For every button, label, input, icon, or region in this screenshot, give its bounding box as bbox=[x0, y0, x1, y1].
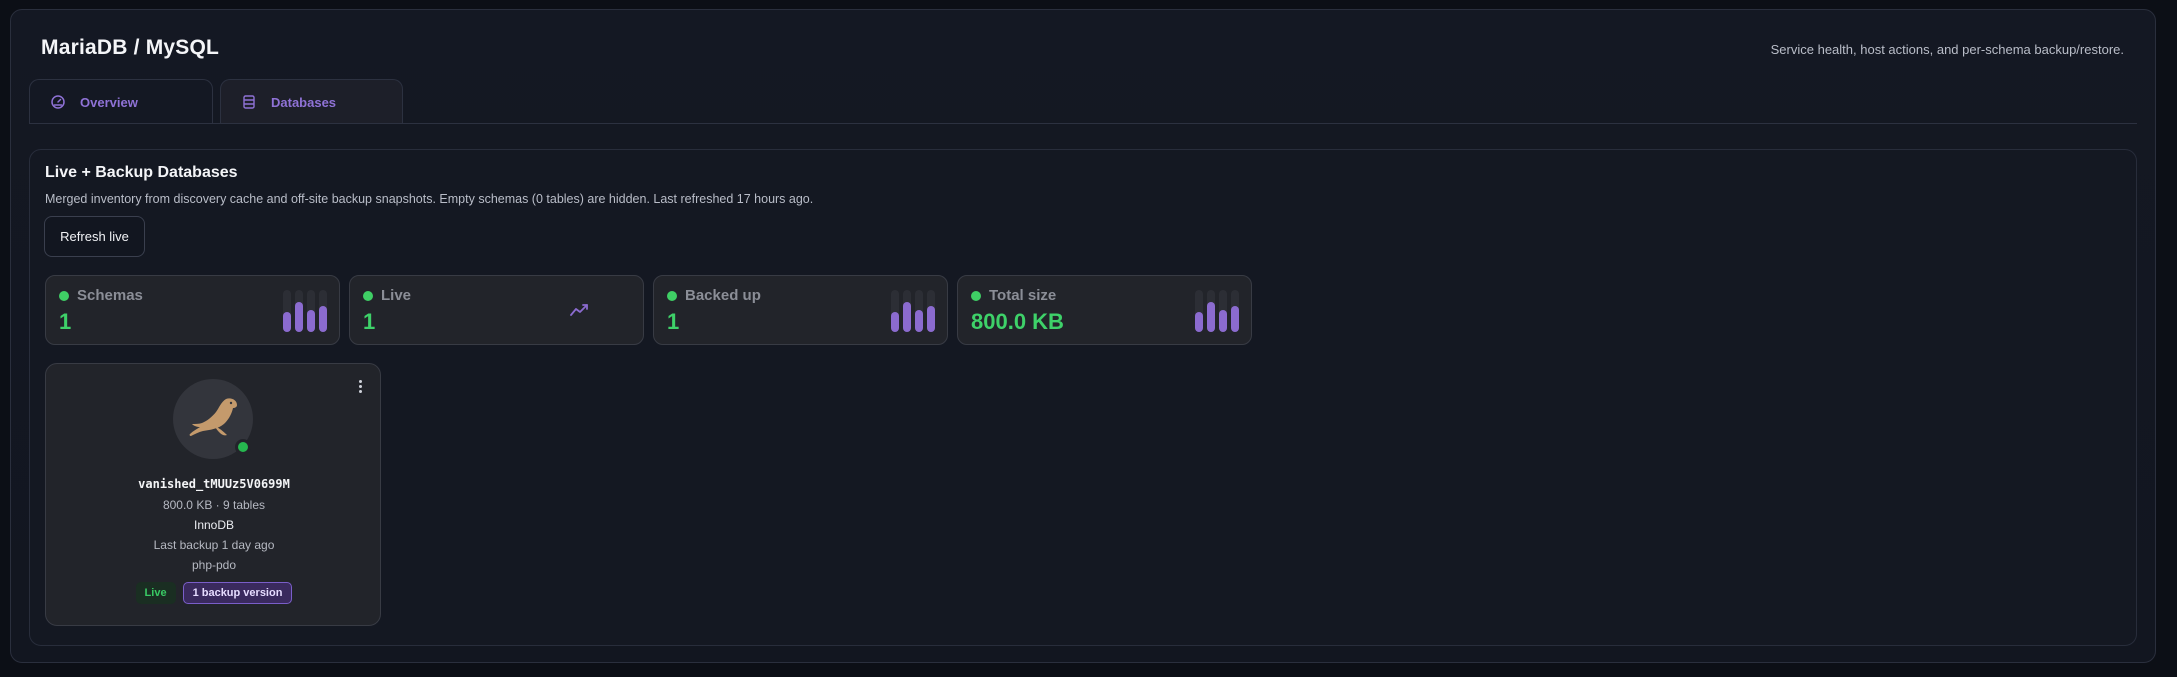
page-subtitle: Service health, host actions, and per-sc… bbox=[1770, 42, 2124, 57]
tab-databases-label: Databases bbox=[271, 94, 337, 110]
mini-bars-icon bbox=[283, 290, 327, 332]
online-status-indicator bbox=[235, 439, 251, 455]
database-card[interactable]: vanished_tMUUz5V0699M 800.0 KB · 9 table… bbox=[45, 363, 381, 626]
tab-overview-label: Overview bbox=[80, 94, 138, 110]
status-dot bbox=[667, 291, 677, 301]
live-badge: Live bbox=[135, 582, 176, 604]
databases-section: Live + Backup Databases Merged inventory… bbox=[29, 149, 2137, 646]
mariadb-seal-icon bbox=[189, 398, 237, 436]
section-description: Merged inventory from discovery cache an… bbox=[45, 192, 814, 206]
page-title: MariaDB / MySQL bbox=[41, 36, 220, 59]
status-dot bbox=[59, 291, 69, 301]
status-dot bbox=[363, 291, 373, 301]
database-name: vanished_tMUUz5V0699M bbox=[138, 477, 290, 491]
stat-label: Schemas bbox=[77, 287, 143, 304]
stat-value: 1 bbox=[667, 309, 680, 334]
stat-card-total-size: Total size 800.0 KB bbox=[957, 275, 1252, 345]
mini-bars-icon bbox=[891, 290, 935, 332]
tab-databases[interactable]: Databases bbox=[220, 79, 403, 124]
tabs-divider bbox=[29, 123, 2137, 124]
stat-card-backed-up: Backed up 1 bbox=[653, 275, 948, 345]
status-dot bbox=[971, 291, 981, 301]
database-icon bbox=[243, 95, 255, 109]
gauge-icon bbox=[51, 95, 65, 109]
database-size-tables: 800.0 KB · 9 tables bbox=[162, 498, 266, 512]
stat-card-live: Live 1 bbox=[349, 275, 644, 345]
refresh-live-button[interactable]: Refresh live bbox=[44, 216, 145, 257]
stat-value: 1 bbox=[59, 309, 72, 334]
backup-version-badge[interactable]: 1 backup version bbox=[182, 582, 293, 604]
stat-value: 1 bbox=[363, 309, 376, 334]
stat-value: 800.0 KB bbox=[971, 309, 1064, 334]
mini-bars-icon bbox=[1195, 290, 1239, 332]
section-title: Live + Backup Databases bbox=[45, 164, 238, 181]
trend-icon bbox=[570, 304, 588, 316]
stat-label: Total size bbox=[989, 287, 1057, 304]
database-last-backup: Last backup 1 day ago bbox=[153, 538, 275, 552]
database-badges: Live 1 backup version bbox=[46, 582, 382, 604]
database-engine: InnoDB bbox=[193, 518, 235, 532]
tab-overview[interactable]: Overview bbox=[29, 79, 213, 124]
stat-label: Backed up bbox=[685, 287, 761, 304]
more-options-icon[interactable] bbox=[352, 376, 368, 396]
stat-card-schemas: Schemas 1 bbox=[45, 275, 340, 345]
database-driver: php-pdo bbox=[191, 558, 237, 572]
stat-label: Live bbox=[381, 287, 412, 304]
